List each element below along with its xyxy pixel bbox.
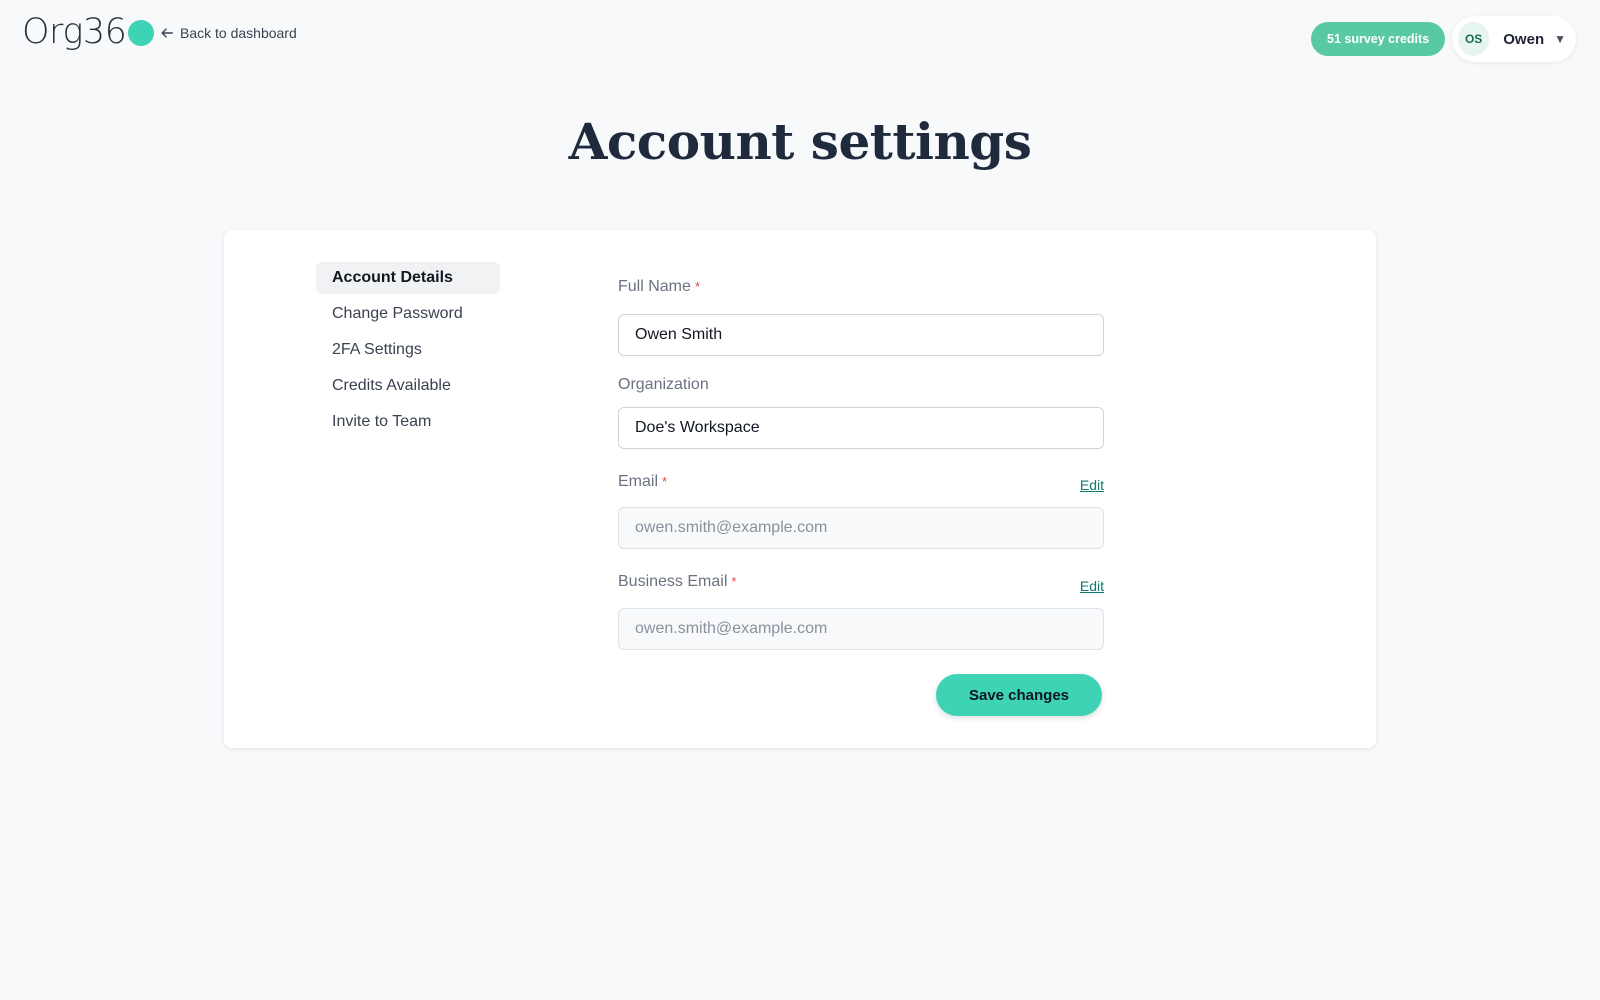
survey-credits-badge[interactable]: 51 survey credits (1311, 22, 1446, 56)
required-marker: * (662, 474, 668, 489)
logo-text: Org36 (22, 12, 127, 52)
nav-item-invite-to-team[interactable]: Invite to Team (316, 406, 500, 438)
arrow-left-icon (161, 28, 173, 38)
required-marker: * (694, 279, 700, 294)
user-menu[interactable]: OS Owen ▼ (1452, 16, 1576, 62)
back-to-dashboard-link[interactable]: Back to dashboard (160, 25, 297, 41)
logo-dot (128, 20, 155, 46)
business-email-label-text: Business Email (618, 573, 728, 590)
settings-nav: Account Details Change Password 2FA Sett… (316, 262, 500, 442)
business-email-label: Business Email * (618, 573, 736, 591)
organization-label: Organization (618, 376, 709, 394)
save-changes-button[interactable]: Save changes (936, 674, 1102, 716)
required-marker: * (731, 574, 737, 589)
page-title: Account settings (568, 112, 1032, 171)
nav-item-change-password[interactable]: Change Password (316, 298, 500, 330)
organization-input[interactable] (618, 407, 1104, 449)
user-name: Owen (1503, 30, 1545, 48)
caret-down-icon: ▼ (1554, 32, 1566, 46)
nav-item-credits-available[interactable]: Credits Available (316, 370, 500, 402)
logo[interactable]: Org36 (22, 12, 155, 52)
full-name-label: Full Name * (618, 278, 700, 296)
nav-item-2fa-settings[interactable]: 2FA Settings (316, 334, 500, 366)
email-edit-link[interactable]: Edit (1080, 477, 1104, 493)
full-name-label-text: Full Name (618, 278, 691, 295)
organization-label-text: Organization (618, 376, 709, 393)
top-bar: Org36 Back to dashboard 51 survey credit… (0, 0, 1600, 78)
nav-item-account-details[interactable]: Account Details (316, 262, 500, 294)
email-label-text: Email (618, 473, 659, 490)
settings-card: Account Details Change Password 2FA Sett… (224, 230, 1376, 748)
avatar: OS (1458, 22, 1490, 56)
back-link-label: Back to dashboard (180, 25, 297, 41)
business-email-input[interactable] (618, 608, 1104, 650)
full-name-input[interactable] (618, 314, 1104, 356)
email-input[interactable] (618, 507, 1104, 549)
business-email-edit-link[interactable]: Edit (1080, 578, 1104, 594)
email-label: Email * (618, 473, 667, 491)
